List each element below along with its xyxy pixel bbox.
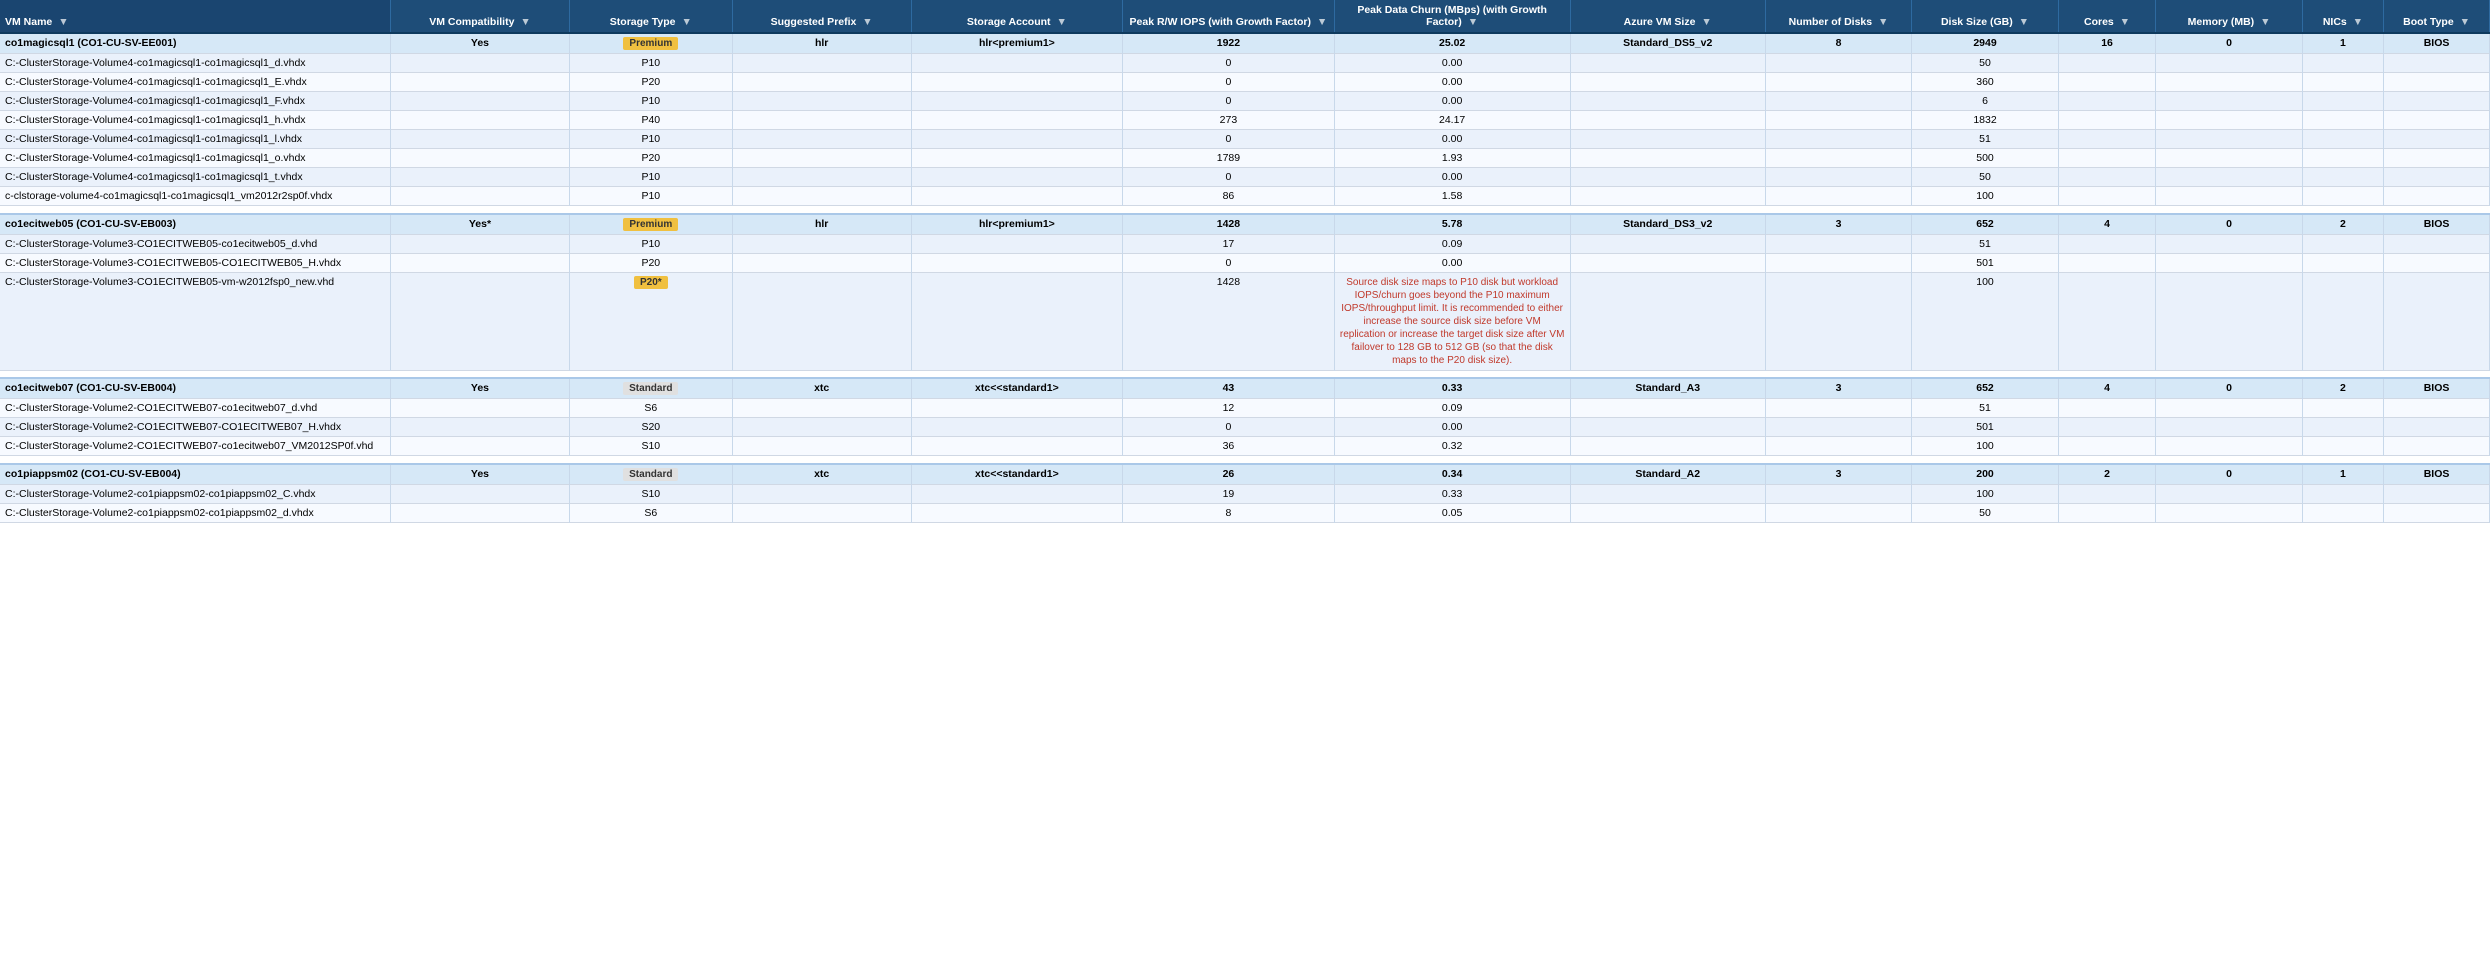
main-table-container: VM Name ▼ VM Compatibility ▼ Storage Typ…: [0, 0, 2490, 523]
table-row: co1piappsm02 (CO1-CU-SV-EB004)YesStandar…: [0, 464, 2490, 485]
sort-icon-vmname: ▼: [58, 16, 68, 28]
table-row: C:-ClusterStorage-Volume4-co1magicsql1-c…: [0, 92, 2490, 111]
sort-icon-disksize: ▼: [2019, 16, 2029, 28]
table-row: co1magicsql1 (CO1-CU-SV-EE001)YesPremium…: [0, 33, 2490, 54]
sort-icon-memory: ▼: [2260, 16, 2270, 28]
table-row: C:-ClusterStorage-Volume2-CO1ECITWEB07-c…: [0, 437, 2490, 456]
table-row: c-clstorage-volume4-co1magicsql1-co1magi…: [0, 187, 2490, 206]
header-storagetype[interactable]: Storage Type ▼: [569, 0, 732, 33]
header-boottype[interactable]: Boot Type ▼: [2384, 0, 2490, 33]
header-disksize[interactable]: Disk Size (GB) ▼: [1912, 0, 2058, 33]
table-row: [0, 370, 2490, 378]
table-row: co1ecitweb05 (CO1-CU-SV-EB003)Yes*Premiu…: [0, 214, 2490, 235]
table-row: C:-ClusterStorage-Volume3-CO1ECITWEB05-C…: [0, 253, 2490, 272]
table-row: C:-ClusterStorage-Volume4-co1magicsql1-c…: [0, 130, 2490, 149]
table-row: [0, 206, 2490, 214]
table-row: C:-ClusterStorage-Volume2-CO1ECITWEB07-c…: [0, 399, 2490, 418]
header-memory[interactable]: Memory (MB) ▼: [2156, 0, 2302, 33]
header-row: VM Name ▼ VM Compatibility ▼ Storage Typ…: [0, 0, 2490, 33]
header-nics[interactable]: NICs ▼: [2302, 0, 2383, 33]
header-vmcompat[interactable]: VM Compatibility ▼: [391, 0, 570, 33]
table-row: C:-ClusterStorage-Volume4-co1magicsql1-c…: [0, 149, 2490, 168]
sort-icon-storageacct: ▼: [1056, 16, 1066, 28]
sort-icon-azurevm: ▼: [1701, 16, 1711, 28]
table-row: C:-ClusterStorage-Volume4-co1magicsql1-c…: [0, 54, 2490, 73]
table-row: [0, 456, 2490, 464]
sort-icon-nics: ▼: [2353, 16, 2363, 28]
vm-table: VM Name ▼ VM Compatibility ▼ Storage Typ…: [0, 0, 2490, 523]
header-numdisks[interactable]: Number of Disks ▼: [1765, 0, 1911, 33]
table-row: C:-ClusterStorage-Volume3-CO1ECITWEB05-v…: [0, 272, 2490, 370]
header-vmname[interactable]: VM Name ▼: [0, 0, 391, 33]
table-row: C:-ClusterStorage-Volume2-CO1ECITWEB07-C…: [0, 418, 2490, 437]
table-row: C:-ClusterStorage-Volume4-co1magicsql1-c…: [0, 168, 2490, 187]
header-sugprefix[interactable]: Suggested Prefix ▼: [732, 0, 911, 33]
header-storageacct[interactable]: Storage Account ▼: [911, 0, 1123, 33]
sort-icon-peakrw: ▼: [1317, 16, 1327, 28]
table-row: C:-ClusterStorage-Volume4-co1magicsql1-c…: [0, 73, 2490, 92]
table-row: C:-ClusterStorage-Volume2-co1piappsm02-c…: [0, 484, 2490, 503]
sort-icon-cores: ▼: [2120, 16, 2130, 28]
table-row: co1ecitweb07 (CO1-CU-SV-EB004)YesStandar…: [0, 378, 2490, 399]
header-peakchurn[interactable]: Peak Data Churn (MBps) (with Growth Fact…: [1334, 0, 1570, 33]
sort-icon-peakchurn: ▼: [1468, 16, 1478, 28]
table-row: C:-ClusterStorage-Volume2-co1piappsm02-c…: [0, 503, 2490, 522]
header-azurevm[interactable]: Azure VM Size ▼: [1570, 0, 1765, 33]
sort-icon-storagetype: ▼: [681, 16, 691, 28]
sort-icon-boottype: ▼: [2460, 16, 2470, 28]
sort-icon-numdisks: ▼: [1878, 16, 1888, 28]
header-cores[interactable]: Cores ▼: [2058, 0, 2156, 33]
sort-icon-vmcompat: ▼: [520, 16, 530, 28]
sort-icon-sugprefix: ▼: [862, 16, 872, 28]
header-peakrw[interactable]: Peak R/W IOPS (with Growth Factor) ▼: [1123, 0, 1335, 33]
table-row: C:-ClusterStorage-Volume3-CO1ECITWEB05-c…: [0, 234, 2490, 253]
table-row: C:-ClusterStorage-Volume4-co1magicsql1-c…: [0, 111, 2490, 130]
table-body: co1magicsql1 (CO1-CU-SV-EE001)YesPremium…: [0, 33, 2490, 522]
